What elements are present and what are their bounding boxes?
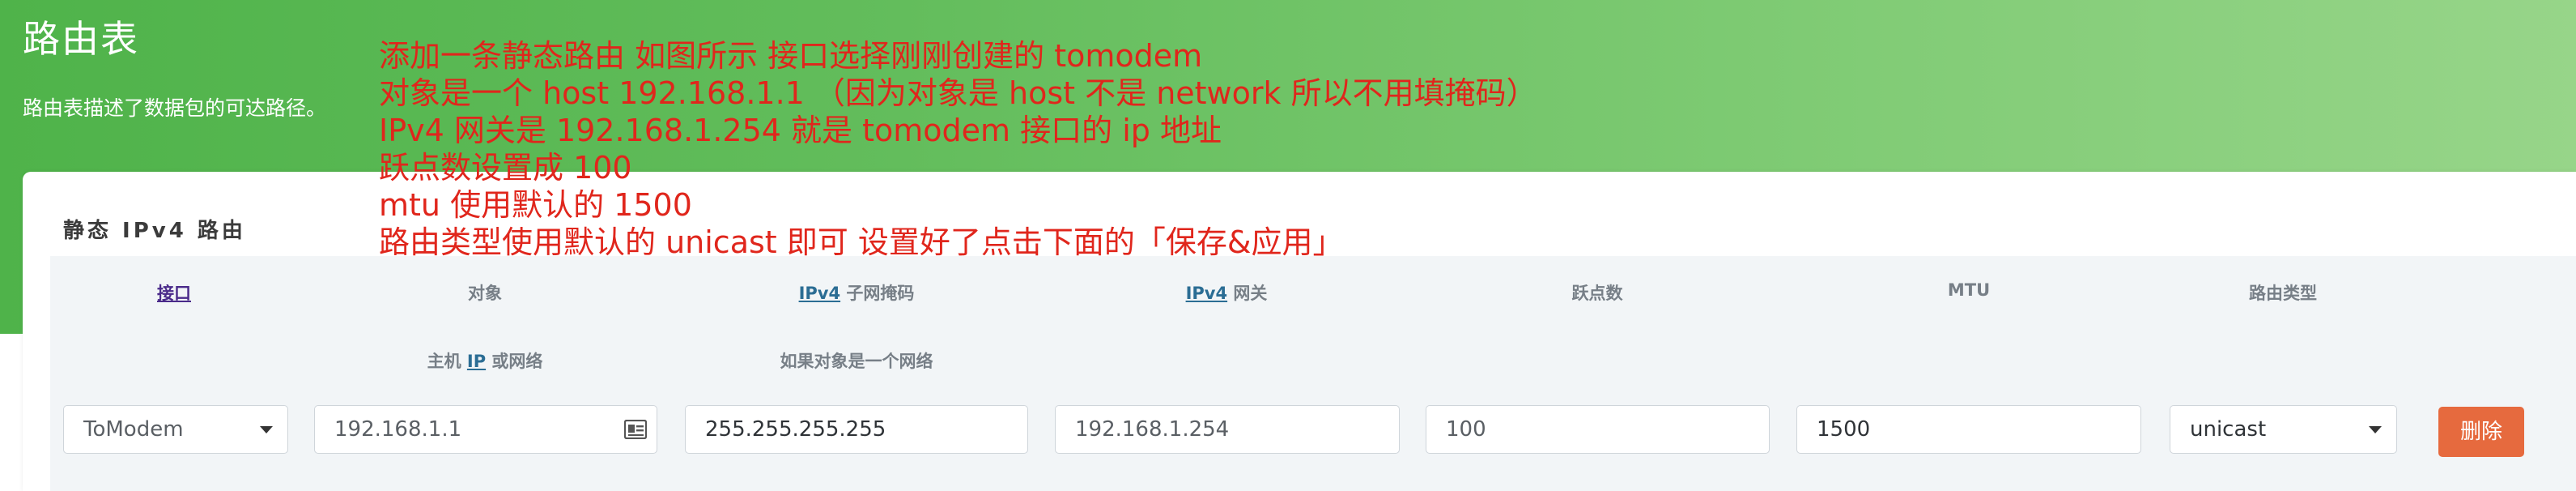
annotation-line: 路由类型使用默认的 unicast 即可 设置好了点击下面的「保存&应用」 xyxy=(379,224,1344,260)
ipv4-abbr-gateway[interactable]: IPv4 xyxy=(1186,284,1228,303)
route-table xyxy=(50,256,2576,491)
annotation-line: mtu 使用默认的 1500 xyxy=(379,187,692,223)
ipv4-abbr[interactable]: IPv4 xyxy=(799,284,841,303)
target-sub-post: 或网络 xyxy=(486,352,543,371)
metric-input[interactable]: 100 xyxy=(1426,405,1770,454)
target-sub-pre: 主机 xyxy=(427,352,467,371)
gateway-input[interactable]: 192.168.1.254 xyxy=(1055,405,1400,454)
section-title: 静态 IPv4 路由 xyxy=(63,219,246,243)
annotation-line: IPv4 网关是 192.168.1.254 就是 tomodem 接口的 ip… xyxy=(379,113,1222,148)
column-interface[interactable]: 接口 xyxy=(157,280,191,305)
target-subheading: 主机 IP 或网络 xyxy=(427,348,543,373)
gateway-placeholder: 192.168.1.254 xyxy=(1075,417,1230,442)
annotation-line: 跃点数设置成 100 xyxy=(379,150,632,186)
route-type-value: unicast xyxy=(2190,417,2267,442)
address-card-icon[interactable] xyxy=(624,420,647,439)
netmask-label: 子网掩码 xyxy=(840,284,915,303)
chevron-down-icon xyxy=(2369,426,2382,433)
ip-abbr[interactable]: IP xyxy=(467,352,486,371)
route-type-select[interactable]: unicast xyxy=(2170,405,2397,454)
chevron-down-icon xyxy=(260,426,273,433)
column-metric: 跃点数 xyxy=(1571,284,1623,303)
netmask-input[interactable]: 255.255.255.255 xyxy=(685,405,1028,454)
delete-button[interactable]: 删除 xyxy=(2438,407,2524,457)
gateway-label: 网关 xyxy=(1227,284,1268,303)
target-input[interactable]: 192.168.1.1 xyxy=(314,405,657,454)
column-route-type: 路由类型 xyxy=(2249,284,2317,303)
annotation-line: 添加一条静态路由 如图所示 接口选择刚刚创建的 tomodem xyxy=(379,38,1203,74)
column-target: 对象 xyxy=(468,284,502,303)
interface-value: ToModem xyxy=(83,417,184,442)
interface-select[interactable]: ToModem xyxy=(63,405,288,454)
annotation-line: 对象是一个 host 192.168.1.1 （因为对象是 host 不是 ne… xyxy=(379,75,1537,111)
column-netmask: IPv4 子网掩码 xyxy=(799,280,915,305)
netmask-subheading: 如果对象是一个网络 xyxy=(780,352,933,371)
mtu-value: 1500 xyxy=(1817,417,1871,442)
column-gateway: IPv4 网关 xyxy=(1186,280,1268,305)
mtu-input[interactable]: 1500 xyxy=(1796,405,2141,454)
column-mtu: MTU xyxy=(1947,280,1991,300)
netmask-value: 255.255.255.255 xyxy=(705,417,886,442)
page-description: 路由表描述了数据包的可达路径。 xyxy=(23,96,327,120)
page-title: 路由表 xyxy=(23,17,139,61)
target-placeholder: 192.168.1.1 xyxy=(334,417,462,442)
metric-placeholder: 100 xyxy=(1446,417,1486,442)
annotation-text: 添加一条静态路由 如图所示 接口选择刚刚创建的 tomodem 对象是一个 ho… xyxy=(379,37,1537,261)
